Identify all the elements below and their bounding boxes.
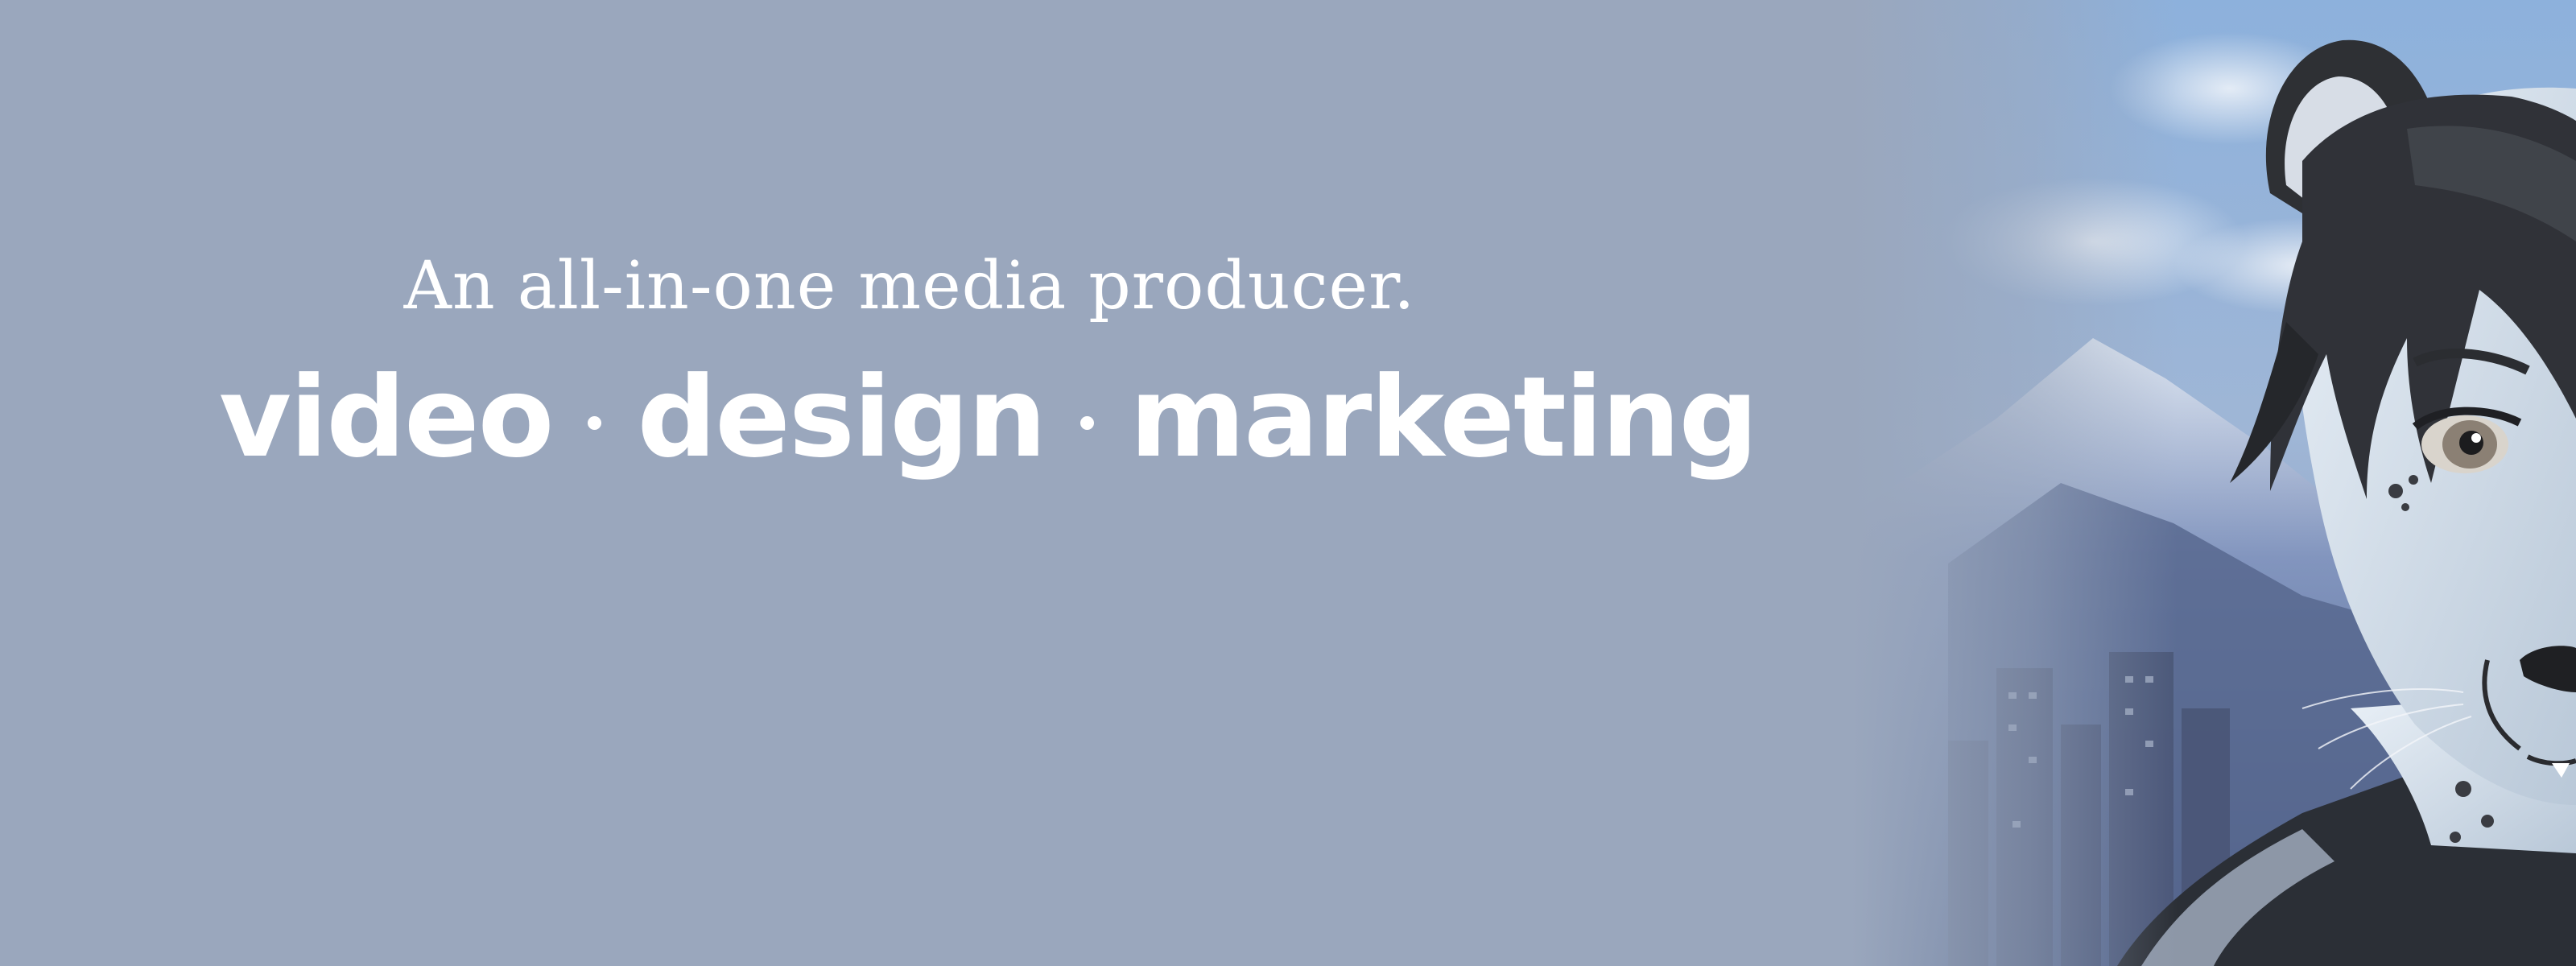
service-design: design [637,353,1046,482]
banner: An all-in-one media producer. video desi… [0,0,2576,966]
snow-leopard-illustration [1852,0,2576,966]
services-line: video design marketing [219,353,1758,482]
character-illustration [1852,0,2576,966]
service-marketing: marketing [1129,353,1758,482]
separator-dot [1080,415,1095,430]
separator-dot [588,415,602,430]
tagline: An all-in-one media producer. [403,248,1416,324]
service-video: video [219,353,554,482]
text-block: An all-in-one media producer. video desi… [0,0,1803,966]
